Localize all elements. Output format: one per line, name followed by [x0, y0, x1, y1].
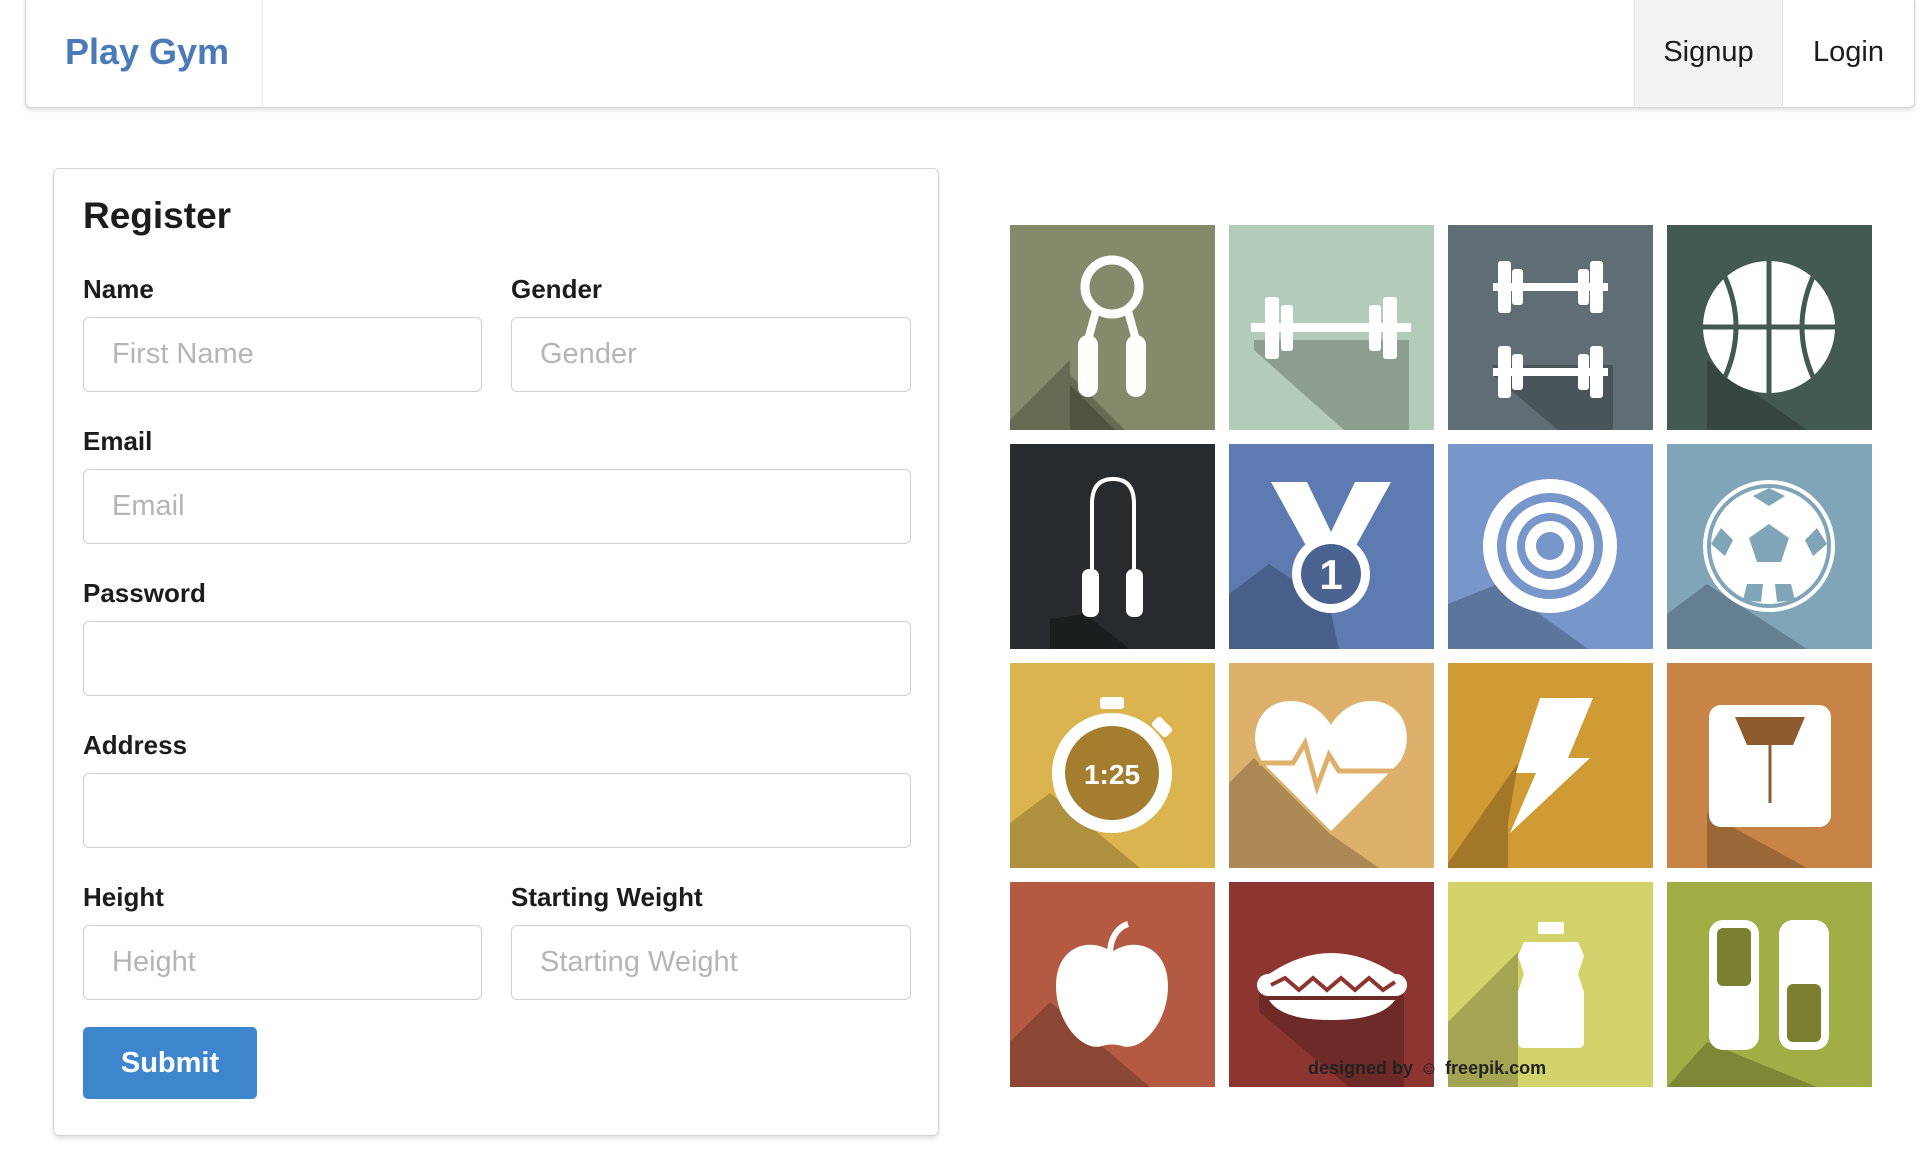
nav-signup-link[interactable]: Signup — [1634, 0, 1782, 106]
name-label: Name — [83, 274, 154, 304]
starting-weight-label: Starting Weight — [511, 882, 703, 912]
water-bottle-icon — [1448, 882, 1653, 1087]
register-card: Register Name Gender Email Password Addr… — [53, 168, 939, 1136]
tile-target — [1448, 444, 1653, 649]
freepik-logo-icon: ☺ — [1419, 1058, 1439, 1078]
basketball-icon — [1667, 225, 1872, 430]
address-input[interactable] — [83, 773, 911, 848]
tile-pills — [1667, 882, 1872, 1087]
stopwatch-time: 1:25 — [1084, 759, 1140, 790]
freepik-credit: designed by ☺ freepik.com — [1308, 1058, 1546, 1079]
target-icon — [1448, 444, 1653, 649]
pills-icon — [1667, 882, 1872, 1087]
starting-weight-input[interactable] — [511, 925, 911, 1000]
tile-apple — [1010, 882, 1215, 1087]
tile-water-bottle — [1448, 882, 1653, 1087]
apple-icon — [1010, 882, 1215, 1087]
soccer-ball-icon — [1667, 444, 1872, 649]
register-title: Register — [83, 195, 232, 236]
lightning-icon — [1448, 663, 1653, 868]
email-label: Email — [83, 426, 153, 456]
tile-soccer-ball — [1667, 444, 1872, 649]
height-label: Height — [83, 882, 164, 912]
email-input[interactable] — [83, 469, 911, 544]
tile-basketball — [1667, 225, 1872, 430]
credit-site: freepik.com — [1445, 1058, 1547, 1078]
barbell-icon — [1229, 225, 1434, 430]
first-name-input[interactable] — [83, 317, 482, 392]
hand-grip-icon — [1010, 225, 1215, 430]
credit-text: designed by — [1308, 1058, 1414, 1078]
heartbeat-icon — [1229, 663, 1434, 868]
tile-hotdog — [1229, 882, 1434, 1087]
nav-login-link[interactable]: Login — [1782, 0, 1914, 106]
address-label: Address — [83, 730, 188, 760]
tile-barbell — [1229, 225, 1434, 430]
top-navbar: Play Gym Signup Login — [25, 0, 1915, 108]
medal-icon: 1 — [1229, 444, 1434, 649]
dumbbells-icon — [1448, 225, 1653, 430]
stopwatch-icon: 1:25 — [1010, 663, 1215, 868]
password-label: Password — [83, 578, 206, 608]
tile-lightning — [1448, 663, 1653, 868]
height-input[interactable] — [83, 925, 482, 1000]
gender-input[interactable] — [511, 317, 911, 392]
tile-jump-rope — [1010, 444, 1215, 649]
gender-label: Gender — [511, 274, 603, 304]
tile-dumbbells — [1448, 225, 1653, 430]
tile-hand-grip — [1010, 225, 1215, 430]
jump-rope-icon — [1010, 444, 1215, 649]
tile-medal: 1 — [1229, 444, 1434, 649]
tile-stopwatch: 1:25 — [1010, 663, 1215, 868]
medal-number: 1 — [1319, 551, 1342, 598]
tile-heartbeat — [1229, 663, 1434, 868]
password-input[interactable] — [83, 621, 911, 696]
submit-button[interactable]: Submit — [83, 1027, 257, 1099]
brand-logo-link[interactable]: Play Gym — [26, 0, 263, 106]
scale-icon — [1667, 663, 1872, 868]
tile-scale — [1667, 663, 1872, 868]
hotdog-icon — [1229, 882, 1434, 1087]
